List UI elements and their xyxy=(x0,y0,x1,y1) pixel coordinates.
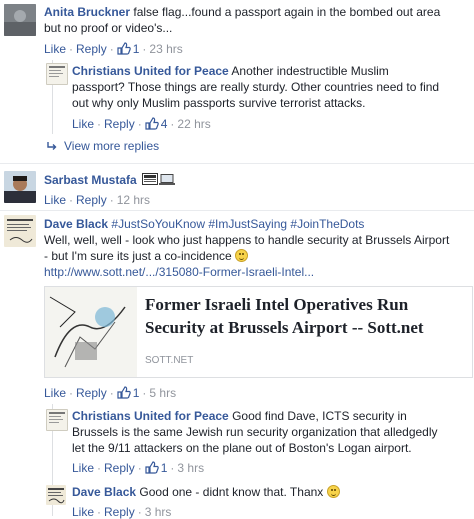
comment-actions: Like · Reply · 1 · 5 hrs xyxy=(44,386,177,400)
thumbs-up-icon xyxy=(145,461,159,474)
reply-link[interactable]: Reply xyxy=(76,42,107,56)
comment-body: Sarbast Mustafa xyxy=(44,172,176,190)
comment-text: Good one - didnt know that. Thanx xyxy=(139,485,324,499)
timestamp[interactable]: 23 hrs xyxy=(149,42,182,56)
link-preview-title[interactable]: Security at Brussels Airport -- Sott.net xyxy=(145,316,465,339)
comment-actions: Like · Reply · 4 · 22 hrs xyxy=(72,117,211,131)
reply-body: Christians United for Peace Good find Da… xyxy=(72,408,469,456)
comment-text: Good find Dave, ICTS security in xyxy=(232,409,407,423)
link-preview-image xyxy=(45,287,137,377)
smiley-icon xyxy=(235,249,249,262)
timestamp[interactable]: 22 hrs xyxy=(177,117,210,131)
comment-text: - but I'm sure its just a co-incidence xyxy=(44,249,232,263)
comment-text: Brussels is the same Jewish run security… xyxy=(72,425,438,439)
timestamp[interactable]: 3 hrs xyxy=(177,461,204,475)
comment-text: Another indestructible Muslim xyxy=(231,64,389,78)
view-more-replies-label[interactable]: View more replies xyxy=(64,139,159,153)
reply-link[interactable]: Reply xyxy=(104,117,135,131)
comment-text: Well, well, well - look who just happens… xyxy=(44,233,450,247)
reply-link[interactable]: Reply xyxy=(104,505,135,519)
like-link[interactable]: Like xyxy=(44,386,66,400)
link-preview-title[interactable]: Former Israeli Intel Operatives Run xyxy=(145,293,465,316)
comment-body: Dave Black #JustSoYouKnow #ImJustSaying … xyxy=(44,216,472,280)
reply-link[interactable]: Reply xyxy=(104,461,135,475)
comment-body: Anita Bruckner false flag...found a pass… xyxy=(44,4,469,36)
timestamp[interactable]: 12 hrs xyxy=(117,193,150,207)
avatar-dave-black[interactable] xyxy=(46,485,66,505)
like-link[interactable]: Like xyxy=(72,117,94,131)
link-preview-source: SOTT.NET xyxy=(145,355,194,366)
thumbs-up-icon xyxy=(117,386,131,399)
comment-author[interactable]: Christians United for Peace xyxy=(72,409,229,423)
laptop-sticker-icon xyxy=(142,173,176,190)
avatar-sarbast[interactable] xyxy=(4,171,36,203)
shared-url-link[interactable]: http://www.sott.net/.../315080-Former-Is… xyxy=(44,265,314,279)
timestamp[interactable]: 3 hrs xyxy=(145,505,172,519)
comment-actions: Like · Reply · 3 hrs xyxy=(72,505,172,519)
reply-link[interactable]: Reply xyxy=(76,386,107,400)
comment-author[interactable]: Anita Bruckner xyxy=(44,5,130,19)
comment-text: false flag...found a passport again in t… xyxy=(133,5,441,19)
smiley-icon xyxy=(326,485,340,498)
comment-actions: Like · Reply · 12 hrs xyxy=(44,193,151,207)
reply-body: Christians United for Peace Another inde… xyxy=(72,63,469,111)
avatar-christians-united[interactable] xyxy=(46,63,68,85)
reply-body: Dave Black Good one - didnt know that. T… xyxy=(72,484,340,500)
reply-link[interactable]: Reply xyxy=(76,193,107,207)
comment-text: let the 9/11 attackers on the plane out … xyxy=(72,441,412,455)
comment-text: out why only Muslim passports survive te… xyxy=(72,96,366,110)
comment-text: passport? Those things are really sturdy… xyxy=(72,80,440,94)
reply-arrow-icon xyxy=(47,142,57,150)
like-link[interactable]: Like xyxy=(72,461,94,475)
like-link[interactable]: Like xyxy=(72,505,94,519)
like-link[interactable]: Like xyxy=(44,193,66,207)
divider xyxy=(0,210,474,211)
comment-actions: Like · Reply · 1 · 3 hrs xyxy=(72,461,205,475)
view-more-replies[interactable]: View more replies xyxy=(46,139,159,153)
like-link[interactable]: Like xyxy=(44,42,66,56)
comment-author[interactable]: Dave Black xyxy=(72,485,136,499)
thumbs-up-icon xyxy=(117,42,131,55)
thumbs-up-icon xyxy=(145,117,159,130)
comment-actions: Like · Reply · 1 · 23 hrs xyxy=(44,42,183,56)
comment-author[interactable]: Dave Black xyxy=(44,217,108,231)
link-preview-card[interactable]: Former Israeli Intel Operatives Run Secu… xyxy=(44,286,473,378)
hashtags[interactable]: #JustSoYouKnow #ImJustSaying #JoinTheDot… xyxy=(111,217,364,231)
avatar-dave-black[interactable] xyxy=(4,215,36,247)
comment-text: but no proof or video's... xyxy=(44,21,173,35)
comment-author[interactable]: Sarbast Mustafa xyxy=(44,173,137,187)
comment-author[interactable]: Christians United for Peace xyxy=(72,64,229,78)
avatar-anita[interactable] xyxy=(4,4,36,36)
timestamp[interactable]: 5 hrs xyxy=(149,386,176,400)
divider xyxy=(0,163,474,164)
avatar-christians-united[interactable] xyxy=(46,409,68,431)
